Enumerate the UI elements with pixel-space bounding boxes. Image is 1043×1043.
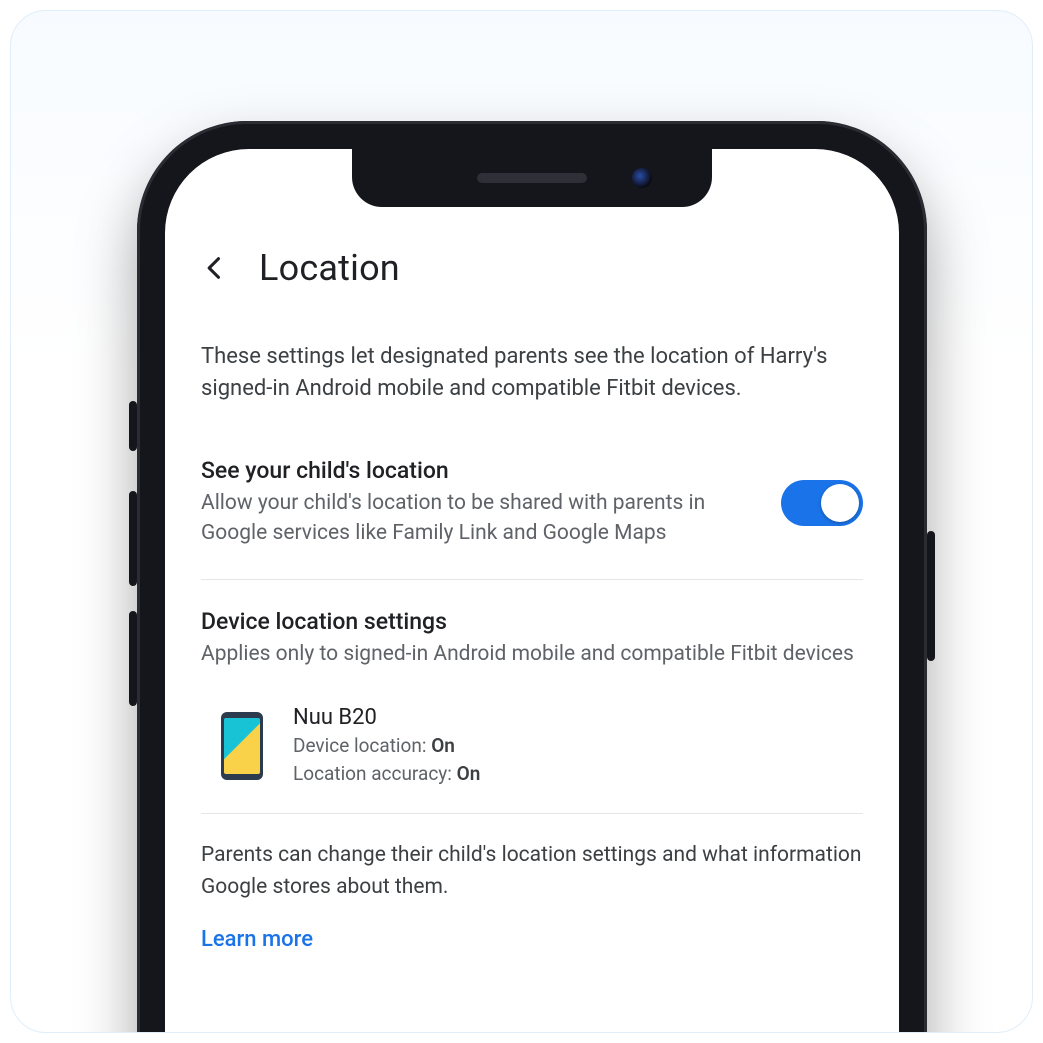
device-location-value: On: [431, 734, 455, 757]
toggle-knob: [821, 484, 859, 522]
back-button[interactable]: [201, 254, 229, 282]
power-button: [927, 531, 935, 661]
page-title: Location: [259, 247, 400, 289]
intro-text: These settings let designated parents se…: [201, 341, 863, 405]
device-location-label: Device location:: [293, 734, 426, 757]
volume-down-button: [129, 611, 137, 706]
device-location-status: Device location: On: [293, 732, 863, 760]
setting-description: Allow your child's location to be shared…: [201, 488, 761, 549]
page-header: Location: [201, 239, 863, 313]
device-section-title: Device location settings: [201, 608, 863, 635]
mute-switch: [129, 401, 137, 451]
phone-icon: [221, 712, 263, 780]
share-location-toggle[interactable]: [781, 480, 863, 526]
device-accuracy-status: Location accuracy: On: [293, 760, 863, 788]
device-section-description: Applies only to signed-in Android mobile…: [201, 639, 863, 669]
phone-frame: Location These settings let designated p…: [137, 121, 927, 1033]
share-location-setting[interactable]: See your child's location Allow your chi…: [201, 457, 863, 580]
setting-title: See your child's location: [201, 457, 761, 484]
learn-more-link[interactable]: Learn more: [201, 927, 313, 952]
screen-content: Location These settings let designated p…: [165, 239, 899, 952]
device-location-section: Device location settings Applies only to…: [201, 580, 863, 953]
chevron-left-icon: [201, 254, 229, 282]
front-camera: [632, 168, 652, 188]
device-text-block: Nuu B20 Device location: On Location acc…: [293, 705, 863, 787]
device-row[interactable]: Nuu B20 Device location: On Location acc…: [201, 697, 863, 814]
footer-note: Parents can change their child's locatio…: [201, 840, 863, 903]
setting-text-block: See your child's location Allow your chi…: [201, 457, 761, 549]
volume-up-button: [129, 491, 137, 586]
phone-notch: [352, 149, 712, 207]
speaker-grille: [477, 173, 587, 183]
device-accuracy-label: Location accuracy:: [293, 762, 452, 785]
device-name: Nuu B20: [293, 705, 863, 730]
device-accuracy-value: On: [457, 762, 481, 785]
phone-screen: Location These settings let designated p…: [165, 149, 899, 1033]
product-card: Location These settings let designated p…: [10, 10, 1033, 1033]
